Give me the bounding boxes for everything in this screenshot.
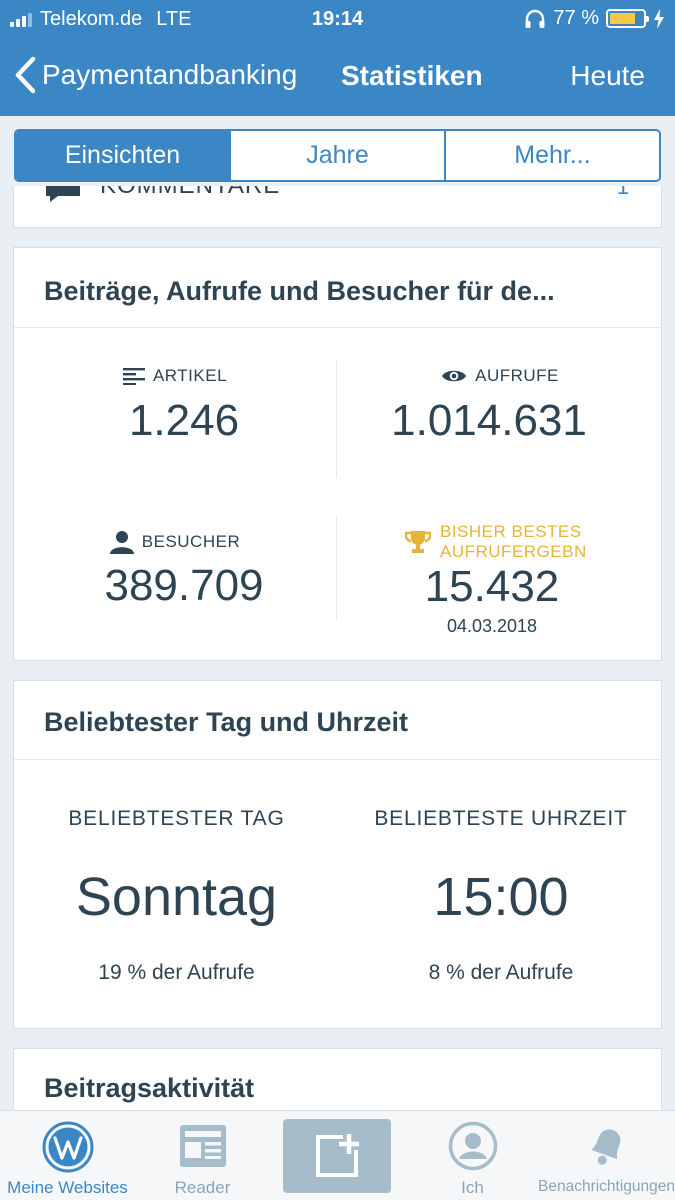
profile-icon <box>448 1121 497 1171</box>
status-bar: Telekom.de LTE 19:14 77 % <box>0 0 675 38</box>
best-views-label: BISHER BESTES AUFRUFERGEBN <box>440 522 587 562</box>
page-title: Statistiken <box>341 60 483 91</box>
segment-years[interactable]: Jahre <box>231 131 446 180</box>
views-label-row: AUFRUFE <box>337 366 663 386</box>
best-views-label-line2: AUFRUFERGEBN <box>440 542 587 561</box>
articles-label-row: ARTIKEL <box>14 366 336 386</box>
tab-me-label: Ich <box>461 1178 484 1197</box>
popular-time-card: Beliebtester Tag und Uhrzeit BELIEBTESTE… <box>13 680 662 1029</box>
tab-my-sites[interactable]: Meine Websites <box>0 1111 135 1200</box>
comments-card: KOMMENTARE 1 <box>13 186 662 228</box>
totals-card: Beiträge, Aufrufe und Besucher für de...… <box>13 247 662 661</box>
segment-insights[interactable]: Einsichten <box>16 131 231 180</box>
eye-icon <box>442 370 467 382</box>
views-value: 1.014.631 <box>391 396 587 445</box>
nav-bar: Paymentandbanking Statistiken Heute <box>0 50 675 102</box>
reader-icon <box>179 1125 226 1167</box>
popular-hour-value: 15:00 <box>433 867 569 927</box>
back-button[interactable]: Paymentandbanking <box>12 56 297 94</box>
wordpress-icon <box>42 1121 93 1173</box>
best-views-value: 15.432 <box>424 562 560 611</box>
popular-day-label: BELIEBTESTER TAG <box>68 807 285 830</box>
today-button[interactable]: Heute <box>570 60 645 92</box>
tab-reader[interactable]: Reader <box>135 1111 270 1200</box>
tab-me[interactable]: Ich <box>405 1111 540 1200</box>
comment-icon <box>46 186 80 202</box>
visitors-label-row: BESUCHER <box>14 530 336 554</box>
battery-percent: 77 % <box>553 7 599 29</box>
popular-day-value: Sonntag <box>75 867 278 927</box>
headphones-icon <box>525 9 545 28</box>
bell-icon <box>590 1129 620 1165</box>
chevron-left-icon <box>15 56 36 94</box>
visitors-value: 389.709 <box>104 561 264 610</box>
status-right: 77 % <box>524 7 665 30</box>
stats-segmented-control: Einsichten Jahre Mehr... <box>14 129 661 182</box>
battery-icon <box>606 9 649 28</box>
battery-fill <box>610 13 635 24</box>
trophy-icon <box>405 531 431 553</box>
post-activity-title: Beitragsaktivität <box>44 1073 255 1103</box>
person-icon <box>109 531 134 554</box>
articles-label: ARTIKEL <box>152 366 228 385</box>
comments-value: 1 <box>616 186 629 199</box>
popular-hour-share: 8 % der Aufrufe <box>428 961 574 984</box>
tab-my-sites-label: Meine Websites <box>7 1178 128 1197</box>
back-label: Paymentandbanking <box>42 59 298 90</box>
tab-notifications[interactable]: Benachrichtigungen <box>538 1111 675 1200</box>
totals-card-title: Beiträge, Aufrufe und Besucher für de... <box>44 276 555 306</box>
tab-bar: Meine Websites Reader Ich Benachrichtigu… <box>0 1110 675 1200</box>
compose-icon <box>316 1134 359 1177</box>
visitors-label: BESUCHER <box>141 532 241 551</box>
popular-card-title: Beliebtester Tag und Uhrzeit <box>44 707 409 737</box>
segment-more[interactable]: Mehr... <box>446 131 659 180</box>
best-views-label-line1: BISHER BESTES <box>440 522 582 541</box>
views-label: AUFRUFE <box>475 366 559 385</box>
articles-value: 1.246 <box>128 396 240 445</box>
best-views-date: 04.03.2018 <box>446 616 538 636</box>
write-post-button[interactable] <box>283 1119 391 1193</box>
popular-day-share: 19 % der Aufrufe <box>98 961 255 984</box>
tab-reader-label: Reader <box>174 1178 231 1197</box>
tab-notifications-label: Benachrichtigungen <box>538 1178 675 1195</box>
app-header: Telekom.de LTE 19:14 77 % Paymentandbank… <box>0 0 675 116</box>
comments-label: KOMMENTARE <box>100 186 280 200</box>
posts-icon <box>122 368 145 385</box>
charging-icon <box>654 8 664 29</box>
popular-hour-label: BELIEBTESTE UHRZEIT <box>374 807 628 830</box>
